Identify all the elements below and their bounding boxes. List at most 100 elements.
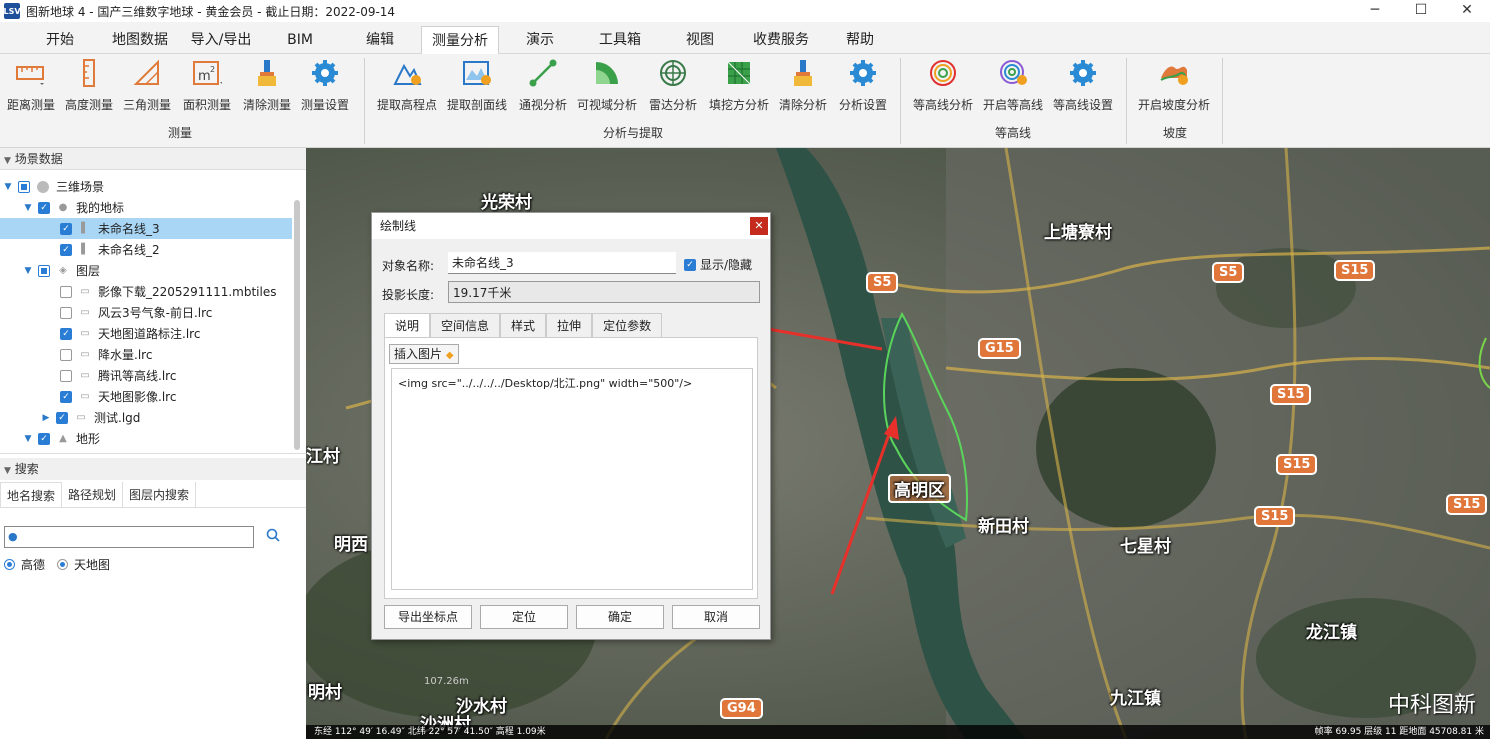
monitor-icon: ▭ xyxy=(80,328,90,339)
highway-shield: S15 xyxy=(1276,454,1318,475)
close-icon[interactable]: ✕ xyxy=(750,217,768,235)
description-editor[interactable]: <img src="../../../../Desktop/北江.png" wi… xyxy=(391,368,753,590)
menu-start[interactable]: 开始 xyxy=(32,26,88,54)
tree-node-line-3[interactable]: ✓ ▌ 未命名线_3 xyxy=(0,218,292,239)
checkbox[interactable]: ✓ xyxy=(38,432,50,445)
tab-layer-search[interactable]: 图层内搜索 xyxy=(123,482,197,507)
viewshed-icon xyxy=(592,58,622,88)
search-panel-header[interactable]: ▼ 搜索 xyxy=(0,458,306,480)
tree-node-3d-scene[interactable]: ▼ 三维场景 xyxy=(0,176,292,197)
checkbox[interactable] xyxy=(18,180,30,193)
checkbox[interactable]: ✓ xyxy=(60,243,72,256)
search-icon[interactable] xyxy=(266,528,280,546)
menu-bar: 开始 地图数据 导入/导出 BIM 编辑 测量分析 演示 工具箱 视图 收费服务… xyxy=(0,24,1490,55)
tree-node-layer[interactable]: ▭ 影像下载_2205291111.mbtiles xyxy=(0,281,292,302)
radio-tianditu[interactable] xyxy=(57,559,69,570)
object-name-input[interactable]: 未命名线_3 xyxy=(448,252,676,274)
clear-measure-button[interactable]: 清除测量 xyxy=(236,56,298,113)
tab-description[interactable]: 说明 xyxy=(384,313,431,337)
highway-shield: G94 xyxy=(720,698,763,719)
menu-import-export[interactable]: 导入/导出 xyxy=(182,26,260,54)
search-tabs: 地名搜索 路径规划 图层内搜索 xyxy=(0,482,306,508)
menu-bim[interactable]: BIM xyxy=(276,26,324,54)
contour-analysis-button[interactable]: 等高线分析 xyxy=(912,56,974,113)
area-measure-button[interactable]: m2 面积测量 xyxy=(176,56,238,113)
checkbox[interactable]: ✓ xyxy=(684,258,696,271)
tab-position-params[interactable]: 定位参数 xyxy=(592,313,663,337)
analysis-settings-button[interactable]: 分析设置 xyxy=(832,56,894,113)
triangle-ruler-icon xyxy=(132,58,162,88)
menu-edit[interactable]: 编辑 xyxy=(354,26,406,54)
measure-settings-button[interactable]: 测量设置 xyxy=(294,56,356,113)
checkbox[interactable] xyxy=(60,285,72,298)
tab-spatial-info[interactable]: 空间信息 xyxy=(430,313,501,337)
enable-contour-button[interactable]: 开启等高线 xyxy=(982,56,1044,113)
tree-node-layer[interactable]: ▭ 降水量.lrc xyxy=(0,344,292,365)
tab-style[interactable]: 样式 xyxy=(500,313,547,337)
window-title: 图新地球 4 - 国产三维数字地球 - 黄金会员 - 截止日期：2022-09-… xyxy=(26,4,396,19)
tab-place-search[interactable]: 地名搜索 xyxy=(0,482,63,507)
ribbon-separator xyxy=(900,58,901,144)
radio-gaode[interactable] xyxy=(4,559,15,570)
show-hide-toggle[interactable]: ✓ 显示/隐藏 xyxy=(684,256,752,273)
ok-button[interactable]: 确定 xyxy=(576,605,664,629)
checkbox[interactable]: ✓ xyxy=(38,201,50,214)
menu-view[interactable]: 视图 xyxy=(674,26,726,54)
checkbox[interactable] xyxy=(60,348,72,361)
title-bar: LSV 图新地球 4 - 国产三维数字地球 - 黄金会员 - 截止日期：2022… xyxy=(0,0,1490,22)
tab-extrude[interactable]: 拉伸 xyxy=(546,313,593,337)
search-input[interactable]: ● xyxy=(4,526,254,548)
distance-measure-button[interactable]: 距离测量 xyxy=(0,56,62,113)
gear-icon xyxy=(1068,58,1098,88)
line-of-sight-button[interactable]: 通视分析 xyxy=(512,56,574,113)
menu-measure-analysis[interactable]: 测量分析 xyxy=(421,26,499,55)
checkbox[interactable] xyxy=(60,369,72,382)
menu-demo[interactable]: 演示 xyxy=(514,26,566,54)
tree-node-terrain[interactable]: ▼ ✓ ▲ 地形 xyxy=(0,428,292,449)
checkbox[interactable]: ✓ xyxy=(60,327,72,340)
tree-node-my-landmarks[interactable]: ▼ ✓ ● 我的地标 xyxy=(0,197,292,218)
viewshed-button[interactable]: 可视域分析 xyxy=(576,56,638,113)
tree-node-layer[interactable]: ▭ 风云3号气象-前日.lrc xyxy=(0,302,292,323)
insert-image-button[interactable]: 插入图片 ◆ xyxy=(389,344,459,364)
radar-analysis-button[interactable]: 雷达分析 xyxy=(642,56,704,113)
tree-node-layer[interactable]: ✓ ▭ 天地图影像.lrc xyxy=(0,386,292,407)
tree-node-layer[interactable]: ✓ ▭ 天地图道路标注.lrc xyxy=(0,323,292,344)
tree-scrollbar[interactable] xyxy=(294,200,300,450)
clear-analysis-button[interactable]: 清除分析 xyxy=(772,56,834,113)
menu-map-data[interactable]: 地图数据 xyxy=(104,26,176,54)
menu-help[interactable]: 帮助 xyxy=(834,26,886,54)
menu-paid-service[interactable]: 收费服务 xyxy=(742,26,820,54)
menu-toolbox[interactable]: 工具箱 xyxy=(586,26,654,54)
maximize-icon[interactable]: ☐ xyxy=(1398,0,1444,22)
highway-shield: S15 xyxy=(1446,494,1488,515)
tree-node-layers[interactable]: ▼ ◈ 图层 xyxy=(0,260,292,281)
minimize-icon[interactable]: ─ xyxy=(1352,0,1398,22)
checkbox[interactable] xyxy=(60,306,72,319)
tree-node-layer[interactable]: ▶ ✓ ▭ 测试.lgd xyxy=(0,407,292,428)
scene-panel-header[interactable]: ▼ 场景数据 xyxy=(0,148,306,170)
cancel-button[interactable]: 取消 xyxy=(672,605,760,629)
close-icon[interactable]: ✕ xyxy=(1444,0,1490,22)
extract-profile-button[interactable]: 提取剖面线 xyxy=(446,56,508,113)
extract-elevation-button[interactable]: 提取高程点 xyxy=(376,56,438,113)
cut-fill-button[interactable]: 填挖方分析 xyxy=(708,56,770,113)
checkbox[interactable]: ✓ xyxy=(56,411,68,424)
height-measure-button[interactable]: 高度测量 xyxy=(58,56,120,113)
locate-button[interactable]: 定位 xyxy=(480,605,568,629)
map-label: 明西 xyxy=(334,535,368,555)
tab-route-planning[interactable]: 路径规划 xyxy=(62,482,124,507)
group-label-analysis: 分析与提取 xyxy=(602,126,663,140)
monitor-icon: ▭ xyxy=(80,286,90,297)
checkbox[interactable]: ✓ xyxy=(60,222,72,235)
contour-settings-button[interactable]: 等高线设置 xyxy=(1052,56,1114,113)
checkbox[interactable]: ✓ xyxy=(60,390,72,403)
export-coordinates-button[interactable]: 导出坐标点 xyxy=(384,605,472,629)
checkbox[interactable] xyxy=(38,264,50,277)
tree-node-line-2[interactable]: ✓ ▌ 未命名线_2 xyxy=(0,239,292,260)
provider-radios: 高德 天地图 xyxy=(4,556,110,573)
slope-icon xyxy=(1159,58,1189,88)
triangle-measure-button[interactable]: 三角测量 xyxy=(116,56,178,113)
enable-slope-button[interactable]: 开启坡度分析 xyxy=(1138,56,1210,113)
tree-node-layer[interactable]: ▭ 腾讯等高线.lrc xyxy=(0,365,292,386)
